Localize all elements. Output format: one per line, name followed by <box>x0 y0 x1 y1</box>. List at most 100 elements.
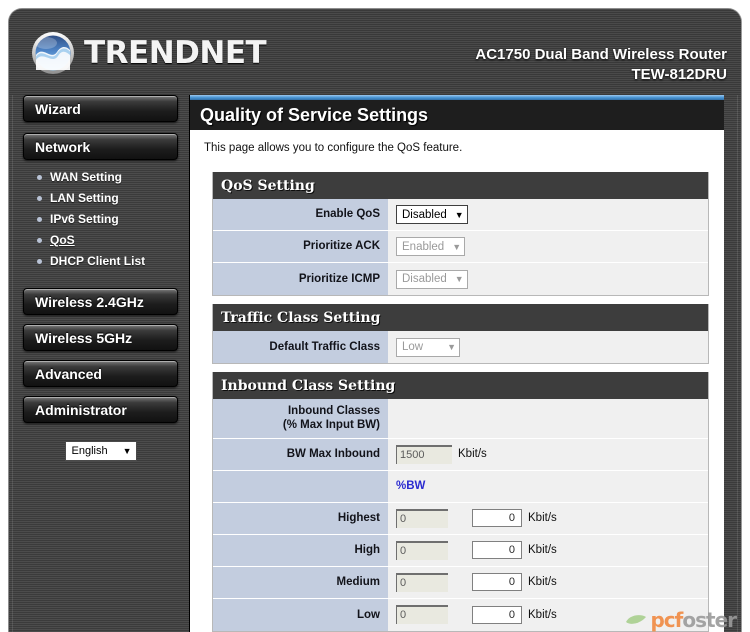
language-select-value: English <box>71 445 108 457</box>
section-inbound-class-setting: Inbound Class Setting Inbound Classes (%… <box>212 372 709 632</box>
label-inbound-classes-line2: (% Max Input BW) <box>282 419 380 432</box>
brand-logo[interactable]: TRENDNET <box>31 31 267 75</box>
sidebar-item-wireless-24ghz[interactable]: Wireless 2.4GHz <box>23 288 178 315</box>
high-kbits-input[interactable]: 0 <box>472 541 522 560</box>
prioritize-icmp-select[interactable]: Disabled ▼ <box>396 269 468 289</box>
value-cell: Enabled ▼ <box>388 231 708 262</box>
enable-qos-value: Disabled <box>402 208 447 221</box>
value-cell: Disabled ▼ <box>388 263 708 295</box>
row-percent-bw-header: %BW <box>213 470 708 503</box>
value-cell: Low ▼ <box>388 331 708 363</box>
sidebar-nav: Wizard Network WAN Setting LAN Setting I… <box>23 95 189 461</box>
percent-bw-label[interactable]: %BW <box>396 480 425 492</box>
row-class-highest: Highest 0 0 Kbit/s <box>213 502 708 535</box>
language-select[interactable]: English ▼ <box>64 441 137 461</box>
sidebar-item-ipv6-setting[interactable]: IPv6 Setting <box>50 212 119 226</box>
default-traffic-class-value: Low <box>402 341 424 353</box>
sidebar-item-wizard[interactable]: Wizard <box>23 95 178 122</box>
label-default-traffic-class: Default Traffic Class <box>213 331 388 363</box>
sidebar-item-lan-setting[interactable]: LAN Setting <box>50 191 119 205</box>
window-chrome: TRENDNET AC1750 Dual Band Wireless Route… <box>8 8 742 632</box>
sidebar-item-advanced[interactable]: Advanced <box>23 360 178 387</box>
chevron-down-icon: ▼ <box>122 446 132 456</box>
row-prioritize-ack: Prioritize ACK Enabled ▼ <box>213 231 708 263</box>
medium-kbits-input[interactable]: 0 <box>472 573 522 592</box>
brand-name: TRENDNET <box>84 34 267 71</box>
value-cell: 1500 Kbit/s <box>388 439 708 470</box>
page-title-bar: Quality of Service Settings <box>190 100 724 130</box>
content-panel: Quality of Service Settings This page al… <box>189 95 724 632</box>
section-title-inbound-class: Inbound Class Setting <box>221 377 396 394</box>
sidebar-item-administrator[interactable]: Administrator <box>23 396 178 423</box>
medium-unit: Kbit/s <box>528 576 557 589</box>
submenu-item[interactable]: IPv6 Setting <box>35 211 178 227</box>
sidebar-item-wizard-label: Wizard <box>35 100 81 117</box>
prioritize-icmp-value: Disabled <box>402 273 447 285</box>
submenu-item[interactable]: LAN Setting <box>35 190 178 206</box>
sidebar-item-network[interactable]: Network <box>23 133 178 160</box>
bw-max-inbound-unit: Kbit/s <box>458 448 487 461</box>
row-default-traffic-class: Default Traffic Class Low ▼ <box>213 331 708 363</box>
label-prioritize-icmp: Prioritize ICMP <box>213 263 388 295</box>
submenu-item[interactable]: QoS <box>35 232 178 248</box>
section-traffic-class-setting: Traffic Class Setting Default Traffic Cl… <box>212 304 709 364</box>
sidebar-item-wan-setting[interactable]: WAN Setting <box>50 170 122 184</box>
label-inbound-classes-line1: Inbound Classes <box>287 405 380 417</box>
label-class-medium: Medium <box>213 566 388 598</box>
chevron-down-icon: ▼ <box>447 342 456 352</box>
page-title: Quality of Service Settings <box>200 104 429 125</box>
highest-percent-input[interactable]: 0 <box>396 508 448 528</box>
section-title-traffic-class: Traffic Class Setting <box>221 309 381 326</box>
label-class-low: Low <box>213 598 388 631</box>
low-kbits-input[interactable]: 0 <box>472 605 522 624</box>
low-percent-input[interactable]: 0 <box>396 605 448 625</box>
label-bw-max-inbound: BW Max Inbound <box>213 438 388 470</box>
page-description: This page allows you to configure the Qo… <box>204 142 463 154</box>
label-class-highest: Highest <box>213 502 388 534</box>
value-cell: Disabled ▼ <box>388 199 708 230</box>
sidebar-item-advanced-label: Advanced <box>35 365 102 382</box>
submenu-item[interactable]: DHCP Client List <box>35 253 178 269</box>
sidebar-item-wireless-24ghz-label: Wireless 2.4GHz <box>35 293 144 310</box>
trendnet-swirl-logo-icon <box>32 32 74 74</box>
prioritize-ack-select[interactable]: Enabled ▼ <box>396 237 466 256</box>
enable-qos-select[interactable]: Disabled ▼ <box>396 205 468 224</box>
row-class-high: High 0 0 Kbit/s <box>213 534 708 567</box>
highest-kbits-input[interactable]: 0 <box>472 509 522 528</box>
network-submenu: WAN Setting LAN Setting IPv6 Setting QoS… <box>23 165 178 278</box>
bw-max-inbound-input[interactable]: 1500 <box>396 444 452 464</box>
sidebar-item-qos[interactable]: QoS <box>50 233 75 247</box>
section-header: QoS Setting <box>213 172 708 199</box>
value-cell <box>388 399 708 438</box>
value-cell: 0 0 Kbit/s <box>388 599 708 631</box>
sidebar-item-wireless-5ghz-label: Wireless 5GHz <box>35 329 133 346</box>
label-empty <box>213 470 388 502</box>
sidebar-item-wireless-5ghz[interactable]: Wireless 5GHz <box>23 324 178 351</box>
label-enable-qos: Enable QoS <box>213 199 388 230</box>
sidebar-item-dhcp-client-list[interactable]: DHCP Client List <box>50 254 145 268</box>
chevron-down-icon: ▼ <box>454 274 464 284</box>
value-cell: %BW <box>388 471 708 502</box>
medium-percent-input[interactable]: 0 <box>396 572 448 592</box>
row-class-low: Low 0 0 Kbit/s <box>213 598 708 631</box>
section-title-qos: QoS Setting <box>221 177 315 194</box>
row-class-medium: Medium 0 0 Kbit/s <box>213 566 708 599</box>
value-cell: 0 0 Kbit/s <box>388 535 708 566</box>
high-percent-input[interactable]: 0 <box>396 540 448 560</box>
submenu-item[interactable]: WAN Setting <box>35 169 178 185</box>
row-bw-max-inbound: BW Max Inbound 1500 Kbit/s <box>213 438 708 471</box>
page-header: TRENDNET AC1750 Dual Band Wireless Route… <box>9 9 741 95</box>
value-cell: 0 0 Kbit/s <box>388 503 708 534</box>
high-unit: Kbit/s <box>528 544 557 557</box>
value-cell: 0 0 Kbit/s <box>388 567 708 598</box>
default-traffic-class-select[interactable]: Low ▼ <box>396 337 460 357</box>
row-enable-qos: Enable QoS Disabled ▼ <box>213 199 708 231</box>
chevron-down-icon: ▼ <box>454 209 464 220</box>
section-header: Inbound Class Setting <box>213 372 708 399</box>
router-admin-page: TRENDNET AC1750 Dual Band Wireless Route… <box>0 0 750 632</box>
page-body: This page allows you to configure the Qo… <box>190 130 724 632</box>
product-model: AC1750 Dual Band Wireless Router TEW-812… <box>475 45 727 86</box>
sidebar-item-network-label: Network <box>35 138 91 155</box>
highest-unit: Kbit/s <box>528 512 557 525</box>
prioritize-ack-value: Enabled <box>402 240 445 253</box>
